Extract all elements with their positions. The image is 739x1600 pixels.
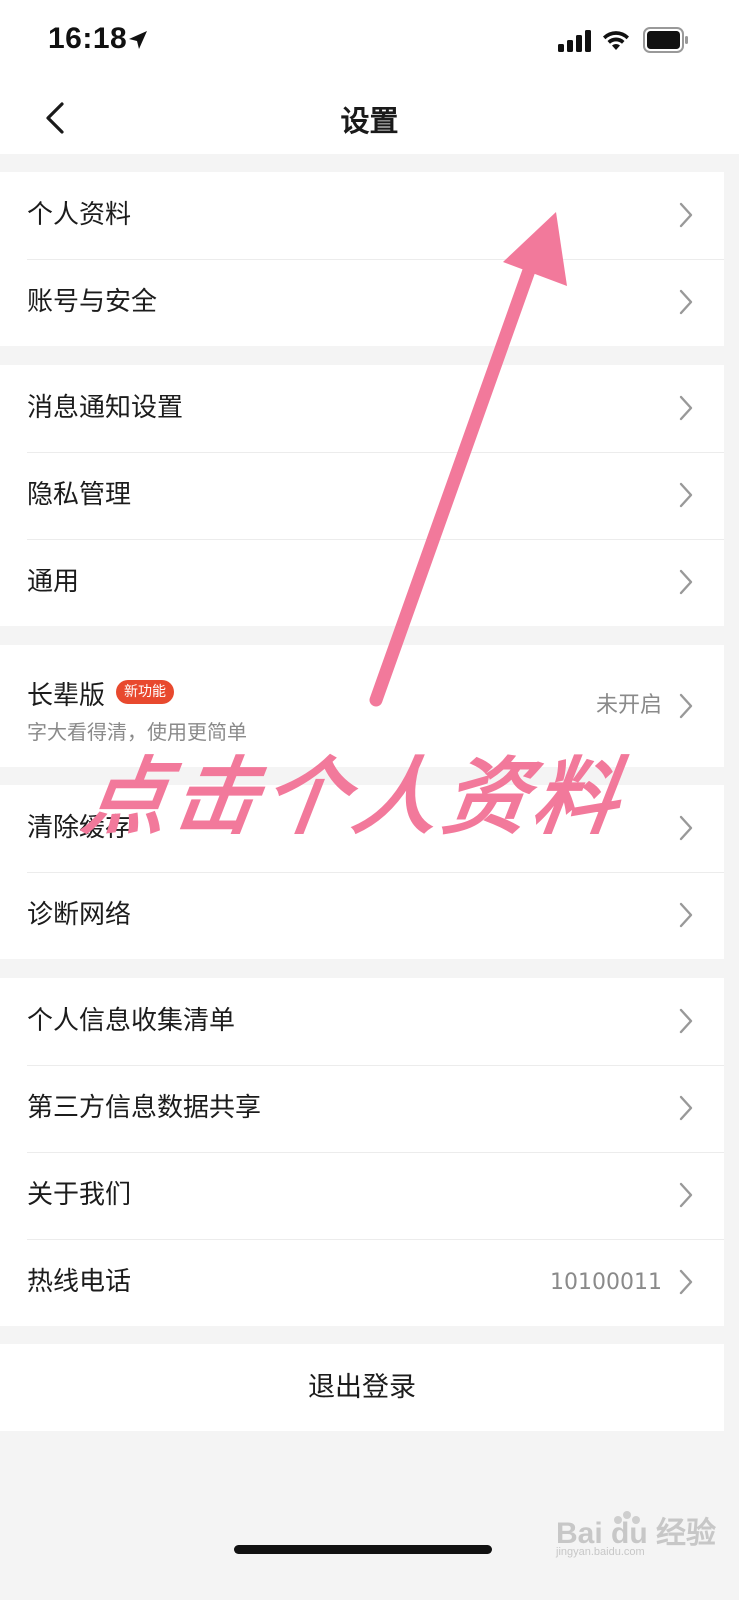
general-row[interactable]: 通用: [0, 539, 724, 626]
tools-group: 清除缓存 诊断网络: [0, 785, 724, 959]
wifi-icon: [603, 31, 629, 50]
general-label: 通用: [27, 567, 80, 597]
cellular-signal-icon: [558, 30, 591, 52]
elder-mode-label: 长辈版: [27, 681, 106, 711]
watermark-url: jingyan.baidu.com: [556, 1546, 645, 1558]
notification-settings-row[interactable]: 消息通知设置: [0, 365, 724, 452]
info-collection-list-label: 个人信息收集清单: [27, 1006, 236, 1036]
battery-icon: [643, 27, 688, 53]
location-arrow-icon: [129, 31, 147, 49]
account-security-row[interactable]: 账号与安全: [0, 259, 724, 346]
chevron-right-icon: [679, 693, 693, 719]
page-title: 设置: [340, 104, 399, 138]
elder-mode-row[interactable]: 长辈版 新功能 字大看得清，使用更简单 未开启: [0, 645, 724, 767]
third-party-sharing-row[interactable]: 第三方信息数据共享: [0, 1065, 724, 1152]
diagnose-network-label: 诊断网络: [27, 900, 132, 930]
nav-bar: 设置: [0, 84, 739, 154]
about-us-row[interactable]: 关于我们: [0, 1152, 724, 1239]
info-group: 个人信息收集清单 第三方信息数据共享 关于我们 热线电话 10100011: [0, 978, 724, 1326]
logout-group: 退出登录: [0, 1344, 724, 1431]
home-indicator[interactable]: [234, 1545, 492, 1554]
chevron-right-icon: [679, 395, 693, 421]
elder-mode-group: 长辈版 新功能 字大看得清，使用更简单 未开启: [0, 645, 724, 767]
chevron-right-icon: [679, 569, 693, 595]
clear-cache-row[interactable]: 清除缓存: [0, 785, 724, 872]
chevron-right-icon: [679, 1095, 693, 1121]
chevron-right-icon: [679, 815, 693, 841]
chevron-right-icon: [679, 289, 693, 315]
chevron-right-icon: [679, 902, 693, 928]
profile-row[interactable]: 个人资料: [0, 172, 724, 259]
account-group: 个人资料 账号与安全: [0, 172, 724, 346]
elder-mode-status: 未开启: [595, 693, 662, 718]
chevron-right-icon: [679, 202, 693, 228]
preferences-group: 消息通知设置 隐私管理 通用: [0, 365, 724, 626]
hotline-number: 10100011: [550, 1270, 662, 1295]
account-security-label: 账号与安全: [27, 287, 158, 317]
profile-label: 个人资料: [27, 200, 132, 230]
chevron-right-icon: [679, 1182, 693, 1208]
chevron-right-icon: [679, 1269, 693, 1295]
elder-mode-subtitle: 字大看得清，使用更简单: [27, 720, 247, 744]
info-collection-list-row[interactable]: 个人信息收集清单: [0, 978, 724, 1065]
new-feature-badge: 新功能: [116, 680, 174, 704]
chevron-right-icon: [679, 1008, 693, 1034]
hotline-label: 热线电话: [27, 1267, 132, 1297]
hotline-row[interactable]: 热线电话 10100011: [0, 1239, 724, 1326]
diagnose-network-row[interactable]: 诊断网络: [0, 872, 724, 959]
third-party-sharing-label: 第三方信息数据共享: [27, 1093, 262, 1123]
about-us-label: 关于我们: [27, 1180, 132, 1210]
chevron-right-icon: [679, 482, 693, 508]
logout-button[interactable]: 退出登录: [0, 1344, 724, 1431]
status-bar: 16:18: [0, 0, 739, 84]
status-time: 16:18: [48, 22, 128, 55]
privacy-row[interactable]: 隐私管理: [0, 452, 724, 539]
privacy-label: 隐私管理: [27, 480, 132, 510]
notification-settings-label: 消息通知设置: [27, 393, 184, 423]
clear-cache-label: 清除缓存: [27, 813, 132, 843]
